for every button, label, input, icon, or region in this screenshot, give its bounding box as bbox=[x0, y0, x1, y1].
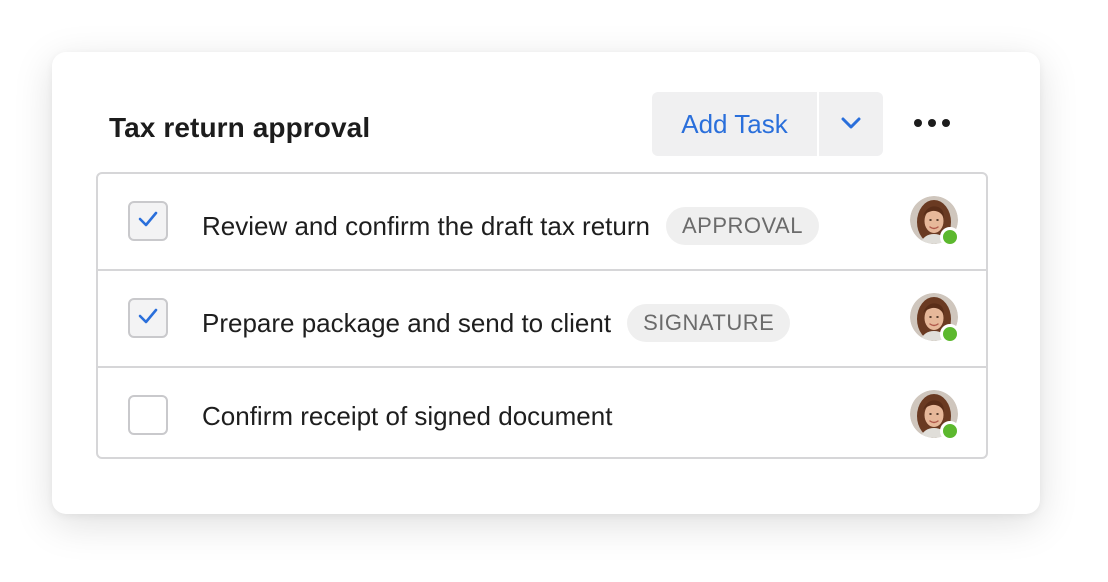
add-task-button[interactable]: Add Task bbox=[652, 92, 817, 156]
task-card: Tax return approval Add Task Review and … bbox=[52, 52, 1040, 514]
task-checkbox[interactable] bbox=[128, 298, 168, 338]
task-row-3: Confirm receipt of signed document bbox=[98, 368, 986, 457]
add-task-split-button: Add Task bbox=[652, 92, 883, 156]
online-status-indicator bbox=[940, 421, 960, 441]
checkmark-icon bbox=[137, 210, 159, 233]
task-badge: APPROVAL bbox=[665, 207, 819, 245]
task-label: Review and confirm the draft tax return bbox=[202, 210, 650, 241]
online-status-indicator bbox=[940, 324, 960, 344]
assignee-avatar[interactable] bbox=[910, 293, 960, 344]
task-label-wrap: Confirm receipt of signed document bbox=[202, 401, 612, 432]
task-label: Confirm receipt of signed document bbox=[202, 401, 613, 431]
assignee-avatar[interactable] bbox=[910, 196, 960, 247]
online-status-indicator bbox=[940, 227, 960, 247]
more-options-button[interactable] bbox=[905, 104, 959, 144]
more-horizontal-icon bbox=[912, 115, 952, 133]
task-list: Review and confirm the draft tax return … bbox=[96, 172, 988, 459]
task-row-1: Review and confirm the draft tax return … bbox=[98, 174, 986, 271]
assignee-avatar[interactable] bbox=[910, 390, 960, 441]
task-label-wrap: Prepare package and send to client SIGNA… bbox=[202, 304, 791, 342]
task-badge: SIGNATURE bbox=[627, 304, 791, 342]
task-checkbox[interactable] bbox=[128, 201, 168, 241]
task-label-wrap: Review and confirm the draft tax return … bbox=[202, 207, 819, 245]
task-row-2: Prepare package and send to client SIGNA… bbox=[98, 271, 986, 368]
card-title: Tax return approval bbox=[109, 112, 371, 143]
add-task-dropdown-button[interactable] bbox=[819, 92, 883, 156]
chevron-down-icon bbox=[840, 116, 862, 133]
checkmark-icon bbox=[137, 307, 159, 330]
task-label: Prepare package and send to client bbox=[202, 307, 612, 338]
task-checkbox[interactable] bbox=[128, 395, 168, 435]
